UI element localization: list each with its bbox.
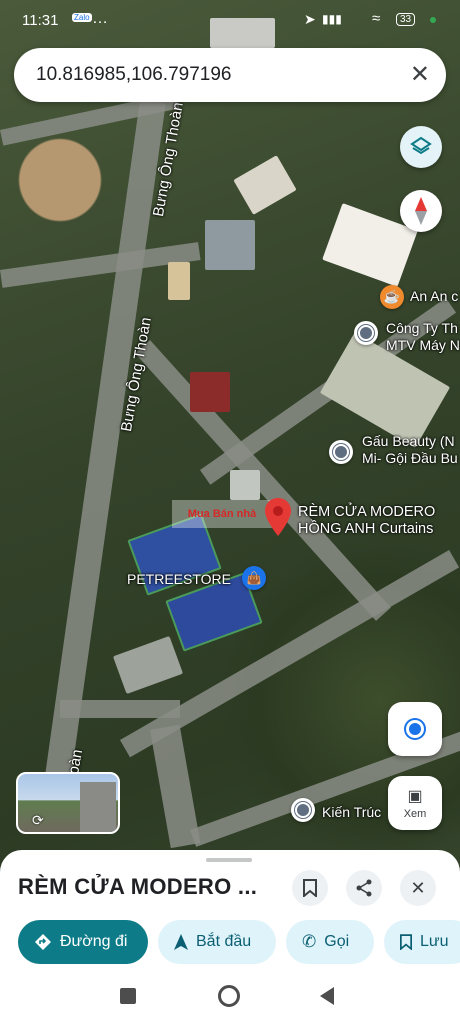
recents-icon[interactable] xyxy=(120,988,136,1004)
street-view-rotate-icon: ⟳ xyxy=(32,812,44,828)
navigation-arrow-icon xyxy=(174,934,188,950)
search-input[interactable]: 10.816985,106.797196 xyxy=(36,64,231,86)
place-label[interactable]: PETREESTORE xyxy=(127,571,231,588)
system-nav-bar xyxy=(0,970,460,1024)
bookmark-icon xyxy=(400,934,412,950)
wifi-icon: ≈ xyxy=(372,10,381,27)
building xyxy=(112,635,184,695)
share-button[interactable] xyxy=(346,870,382,906)
save-button[interactable]: Lưu xyxy=(384,920,460,964)
layers-icon xyxy=(410,136,432,155)
street-view-thumbnail[interactable]: ⟳ xyxy=(16,772,120,834)
street-view-building xyxy=(80,782,116,832)
building xyxy=(230,470,260,500)
building xyxy=(168,262,190,300)
building xyxy=(233,155,297,215)
bookmark-button[interactable] xyxy=(292,870,328,906)
directions-icon xyxy=(35,934,51,950)
place-pin-icon[interactable] xyxy=(329,440,353,464)
cafe-pin-icon[interactable]: ☕ xyxy=(380,285,404,309)
scan-button[interactable]: ▣ Xem xyxy=(388,776,442,830)
place-label[interactable]: Gấu Beauty (N Mi- Gội Đầu Bu xyxy=(362,433,458,467)
directions-label: Đường đi xyxy=(60,933,128,950)
watermark-logo: Mua Bán nhà xyxy=(172,500,272,528)
building xyxy=(190,372,230,412)
compass-icon xyxy=(415,197,427,225)
start-label: Bắt đầu xyxy=(196,933,252,950)
search-bar[interactable]: 10.816985,106.797196 ✕ xyxy=(14,48,446,102)
close-sheet-button[interactable]: ✕ xyxy=(400,870,436,906)
save-label: Lưu xyxy=(420,933,449,950)
place-label[interactable]: An An c xyxy=(410,288,458,305)
signal-icon: ▮▮▮ xyxy=(322,12,342,26)
phone-icon: ✆ xyxy=(302,932,317,951)
location-arrow-icon: ➤ xyxy=(304,11,316,27)
compass-button[interactable] xyxy=(400,190,442,232)
my-location-icon xyxy=(409,723,421,735)
share-icon xyxy=(356,879,372,897)
selected-location-marker-icon[interactable] xyxy=(265,498,291,536)
building xyxy=(205,220,255,270)
sheet-drag-handle[interactable] xyxy=(206,858,252,862)
close-icon[interactable]: ✕ xyxy=(410,60,430,89)
home-icon[interactable] xyxy=(218,985,240,1007)
scan-label: Xem xyxy=(403,808,427,820)
directions-button[interactable]: Đường đi xyxy=(18,920,148,964)
battery-icon: 33 xyxy=(396,13,416,26)
camera-scan-icon: ▣ xyxy=(407,788,423,805)
close-icon: ✕ xyxy=(410,877,426,898)
selected-place-label[interactable]: RÈM CỬA MODERO HỒNG ANH Curtains xyxy=(298,504,435,538)
bookmark-icon xyxy=(303,879,317,897)
privacy-dot xyxy=(430,17,436,23)
back-icon[interactable] xyxy=(318,986,336,1006)
zalo-icon: Zalo xyxy=(72,13,92,22)
more-dots-icon: … xyxy=(92,10,108,27)
road xyxy=(60,700,180,718)
call-label: Gọi xyxy=(324,933,350,950)
place-label[interactable]: Công Ty Th MTV Máy N xyxy=(386,320,460,354)
place-title: RÈM CỬA MODERO ... xyxy=(18,874,258,899)
shopping-pin-icon[interactable]: 👜 xyxy=(242,566,266,590)
status-time: 11:31 xyxy=(22,12,59,29)
my-location-button[interactable] xyxy=(388,702,442,756)
start-navigation-button[interactable]: Bắt đầu xyxy=(158,920,276,964)
call-button[interactable]: ✆ Gọi xyxy=(286,920,374,964)
place-pin-icon[interactable] xyxy=(354,321,378,345)
layers-button[interactable] xyxy=(400,126,442,168)
status-bar: 11:31 Zalo … ➤ ▮▮▮ ≈ 33 xyxy=(0,0,460,40)
place-pin-icon[interactable] xyxy=(291,798,315,822)
